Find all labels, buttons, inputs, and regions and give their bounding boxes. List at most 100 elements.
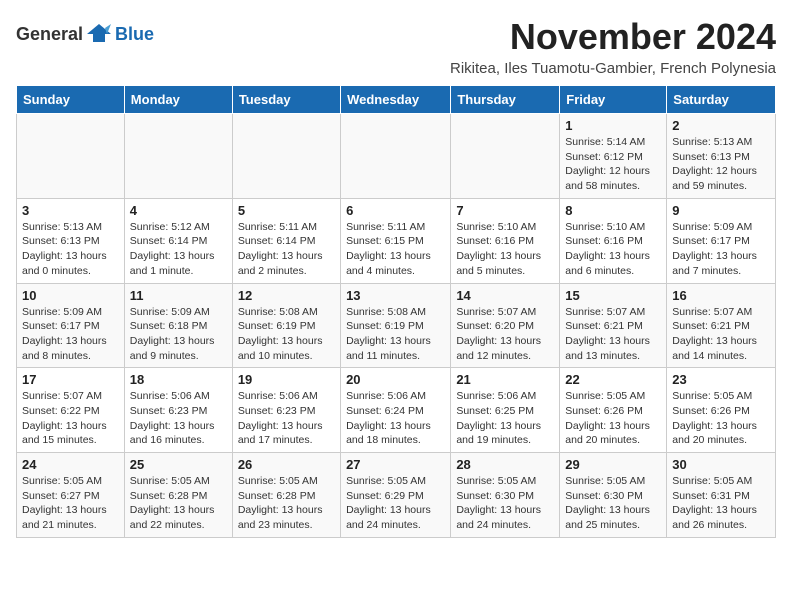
calendar-day-cell: 21 Sunrise: 5:06 AM Sunset: 6:25 PM Dayli… <box>451 368 560 453</box>
logo: General Blue <box>16 20 154 48</box>
day-number: 12 <box>238 288 335 303</box>
empty-day-cell <box>341 114 451 199</box>
day-info: Sunrise: 5:05 AM Sunset: 6:28 PM Dayligh… <box>130 474 227 533</box>
calendar-day-cell: 6 Sunrise: 5:11 AM Sunset: 6:15 PM Daylig… <box>341 198 451 283</box>
calendar-day-cell: 5 Sunrise: 5:11 AM Sunset: 6:14 PM Daylig… <box>232 198 340 283</box>
calendar-day-cell: 25Sunrise: 5:05 AM Sunset: 6:28 PM Dayli… <box>124 453 232 538</box>
day-number: 13 <box>346 288 445 303</box>
day-number: 14 <box>456 288 554 303</box>
logo-bird-icon <box>85 20 113 48</box>
calendar-day-cell: 10 Sunrise: 5:09 AM Sunset: 6:17 PM Dayli… <box>17 283 125 368</box>
day-info: Sunrise: 5:12 AM Sunset: 6:14 PM Dayligh… <box>130 220 227 279</box>
day-info: Sunrise: 5:10 AM Sunset: 6:16 PM Dayligh… <box>456 220 554 279</box>
day-number: 26 <box>238 457 335 472</box>
calendar-day-cell: 14 Sunrise: 5:07 AM Sunset: 6:20 PM Dayli… <box>451 283 560 368</box>
calendar-day-cell: 15 Sunrise: 5:07 AM Sunset: 6:21 PM Dayli… <box>560 283 667 368</box>
calendar-day-cell: 7 Sunrise: 5:10 AM Sunset: 6:16 PM Daylig… <box>451 198 560 283</box>
calendar-day-cell: 22Sunrise: 5:05 AM Sunset: 6:26 PM Dayli… <box>560 368 667 453</box>
day-number: 27 <box>346 457 445 472</box>
day-info: Sunrise: 5:07 AM Sunset: 6:21 PM Dayligh… <box>672 305 770 364</box>
day-info: Sunrise: 5:06 AM Sunset: 6:25 PM Dayligh… <box>456 389 554 448</box>
weekday-header-friday: Friday <box>560 86 667 114</box>
calendar-day-cell: 11 Sunrise: 5:09 AM Sunset: 6:18 PM Dayli… <box>124 283 232 368</box>
calendar-day-cell: 30 Sunrise: 5:05 AM Sunset: 6:31 PM Dayli… <box>667 453 776 538</box>
day-info: Sunrise: 5:14 AM Sunset: 6:12 PM Dayligh… <box>565 135 661 194</box>
calendar-day-cell: 13 Sunrise: 5:08 AM Sunset: 6:19 PM Dayli… <box>341 283 451 368</box>
calendar-day-cell: 9Sunrise: 5:09 AM Sunset: 6:17 PM Daylig… <box>667 198 776 283</box>
day-number: 10 <box>22 288 119 303</box>
day-number: 11 <box>130 288 227 303</box>
calendar-day-cell: 2Sunrise: 5:13 AM Sunset: 6:13 PM Daylig… <box>667 114 776 199</box>
day-info: Sunrise: 5:05 AM Sunset: 6:30 PM Dayligh… <box>456 474 554 533</box>
day-number: 5 <box>238 203 335 218</box>
day-info: Sunrise: 5:11 AM Sunset: 6:14 PM Dayligh… <box>238 220 335 279</box>
day-number: 8 <box>565 203 661 218</box>
calendar-day-cell: 19Sunrise: 5:06 AM Sunset: 6:23 PM Dayli… <box>232 368 340 453</box>
day-info: Sunrise: 5:05 AM Sunset: 6:30 PM Dayligh… <box>565 474 661 533</box>
day-info: Sunrise: 5:09 AM Sunset: 6:17 PM Dayligh… <box>672 220 770 279</box>
calendar-week-row: 10 Sunrise: 5:09 AM Sunset: 6:17 PM Dayli… <box>17 283 776 368</box>
day-info: Sunrise: 5:10 AM Sunset: 6:16 PM Dayligh… <box>565 220 661 279</box>
day-number: 1 <box>565 118 661 133</box>
header: General Blue November 2024 Rikitea, Iles… <box>16 16 776 77</box>
day-info: Sunrise: 5:05 AM Sunset: 6:27 PM Dayligh… <box>22 474 119 533</box>
day-info: Sunrise: 5:07 AM Sunset: 6:21 PM Dayligh… <box>565 305 661 364</box>
weekday-header-saturday: Saturday <box>667 86 776 114</box>
day-info: Sunrise: 5:11 AM Sunset: 6:15 PM Dayligh… <box>346 220 445 279</box>
day-info: Sunrise: 5:08 AM Sunset: 6:19 PM Dayligh… <box>238 305 335 364</box>
page-subtitle: Rikitea, Iles Tuamotu-Gambier, French Po… <box>450 60 776 77</box>
day-info: Sunrise: 5:09 AM Sunset: 6:17 PM Dayligh… <box>22 305 119 364</box>
calendar-week-row: 17 Sunrise: 5:07 AM Sunset: 6:22 PM Dayli… <box>17 368 776 453</box>
day-number: 24 <box>22 457 119 472</box>
calendar-week-row: 3 Sunrise: 5:13 AM Sunset: 6:13 PM Daylig… <box>17 198 776 283</box>
day-info: Sunrise: 5:05 AM Sunset: 6:28 PM Dayligh… <box>238 474 335 533</box>
calendar-day-cell: 8 Sunrise: 5:10 AM Sunset: 6:16 PM Daylig… <box>560 198 667 283</box>
empty-day-cell <box>124 114 232 199</box>
day-number: 2 <box>672 118 770 133</box>
day-number: 7 <box>456 203 554 218</box>
day-info: Sunrise: 5:05 AM Sunset: 6:26 PM Dayligh… <box>565 389 661 448</box>
day-info: Sunrise: 5:08 AM Sunset: 6:19 PM Dayligh… <box>346 305 445 364</box>
calendar-day-cell: 1 Sunrise: 5:14 AM Sunset: 6:12 PM Daylig… <box>560 114 667 199</box>
title-block: November 2024 Rikitea, Iles Tuamotu-Gamb… <box>450 16 776 77</box>
day-info: Sunrise: 5:07 AM Sunset: 6:20 PM Dayligh… <box>456 305 554 364</box>
calendar-day-cell: 23 Sunrise: 5:05 AM Sunset: 6:26 PM Dayli… <box>667 368 776 453</box>
empty-day-cell <box>232 114 340 199</box>
day-number: 21 <box>456 372 554 387</box>
day-number: 4 <box>130 203 227 218</box>
day-number: 30 <box>672 457 770 472</box>
calendar-week-row: 24 Sunrise: 5:05 AM Sunset: 6:27 PM Dayli… <box>17 453 776 538</box>
day-number: 15 <box>565 288 661 303</box>
weekday-header-tuesday: Tuesday <box>232 86 340 114</box>
calendar-day-cell: 20Sunrise: 5:06 AM Sunset: 6:24 PM Dayli… <box>341 368 451 453</box>
calendar-week-row: 1 Sunrise: 5:14 AM Sunset: 6:12 PM Daylig… <box>17 114 776 199</box>
calendar-day-cell: 24 Sunrise: 5:05 AM Sunset: 6:27 PM Dayli… <box>17 453 125 538</box>
day-info: Sunrise: 5:13 AM Sunset: 6:13 PM Dayligh… <box>22 220 119 279</box>
calendar-table: SundayMondayTuesdayWednesdayThursdayFrid… <box>16 85 776 538</box>
day-info: Sunrise: 5:06 AM Sunset: 6:24 PM Dayligh… <box>346 389 445 448</box>
day-number: 6 <box>346 203 445 218</box>
day-number: 3 <box>22 203 119 218</box>
calendar-day-cell: 17 Sunrise: 5:07 AM Sunset: 6:22 PM Dayli… <box>17 368 125 453</box>
weekday-header-thursday: Thursday <box>451 86 560 114</box>
day-info: Sunrise: 5:09 AM Sunset: 6:18 PM Dayligh… <box>130 305 227 364</box>
weekday-header-wednesday: Wednesday <box>341 86 451 114</box>
day-info: Sunrise: 5:06 AM Sunset: 6:23 PM Dayligh… <box>130 389 227 448</box>
day-info: Sunrise: 5:06 AM Sunset: 6:23 PM Dayligh… <box>238 389 335 448</box>
day-number: 28 <box>456 457 554 472</box>
calendar-day-cell: 27 Sunrise: 5:05 AM Sunset: 6:29 PM Dayli… <box>341 453 451 538</box>
day-number: 23 <box>672 372 770 387</box>
weekday-header-row: SundayMondayTuesdayWednesdayThursdayFrid… <box>17 86 776 114</box>
calendar-day-cell: 3 Sunrise: 5:13 AM Sunset: 6:13 PM Daylig… <box>17 198 125 283</box>
day-info: Sunrise: 5:05 AM Sunset: 6:29 PM Dayligh… <box>346 474 445 533</box>
empty-day-cell <box>17 114 125 199</box>
day-info: Sunrise: 5:05 AM Sunset: 6:31 PM Dayligh… <box>672 474 770 533</box>
weekday-header-monday: Monday <box>124 86 232 114</box>
day-info: Sunrise: 5:05 AM Sunset: 6:26 PM Dayligh… <box>672 389 770 448</box>
day-number: 17 <box>22 372 119 387</box>
weekday-header-sunday: Sunday <box>17 86 125 114</box>
calendar-day-cell: 12 Sunrise: 5:08 AM Sunset: 6:19 PM Dayli… <box>232 283 340 368</box>
page-title: November 2024 <box>450 16 776 58</box>
day-number: 18 <box>130 372 227 387</box>
day-info: Sunrise: 5:07 AM Sunset: 6:22 PM Dayligh… <box>22 389 119 448</box>
